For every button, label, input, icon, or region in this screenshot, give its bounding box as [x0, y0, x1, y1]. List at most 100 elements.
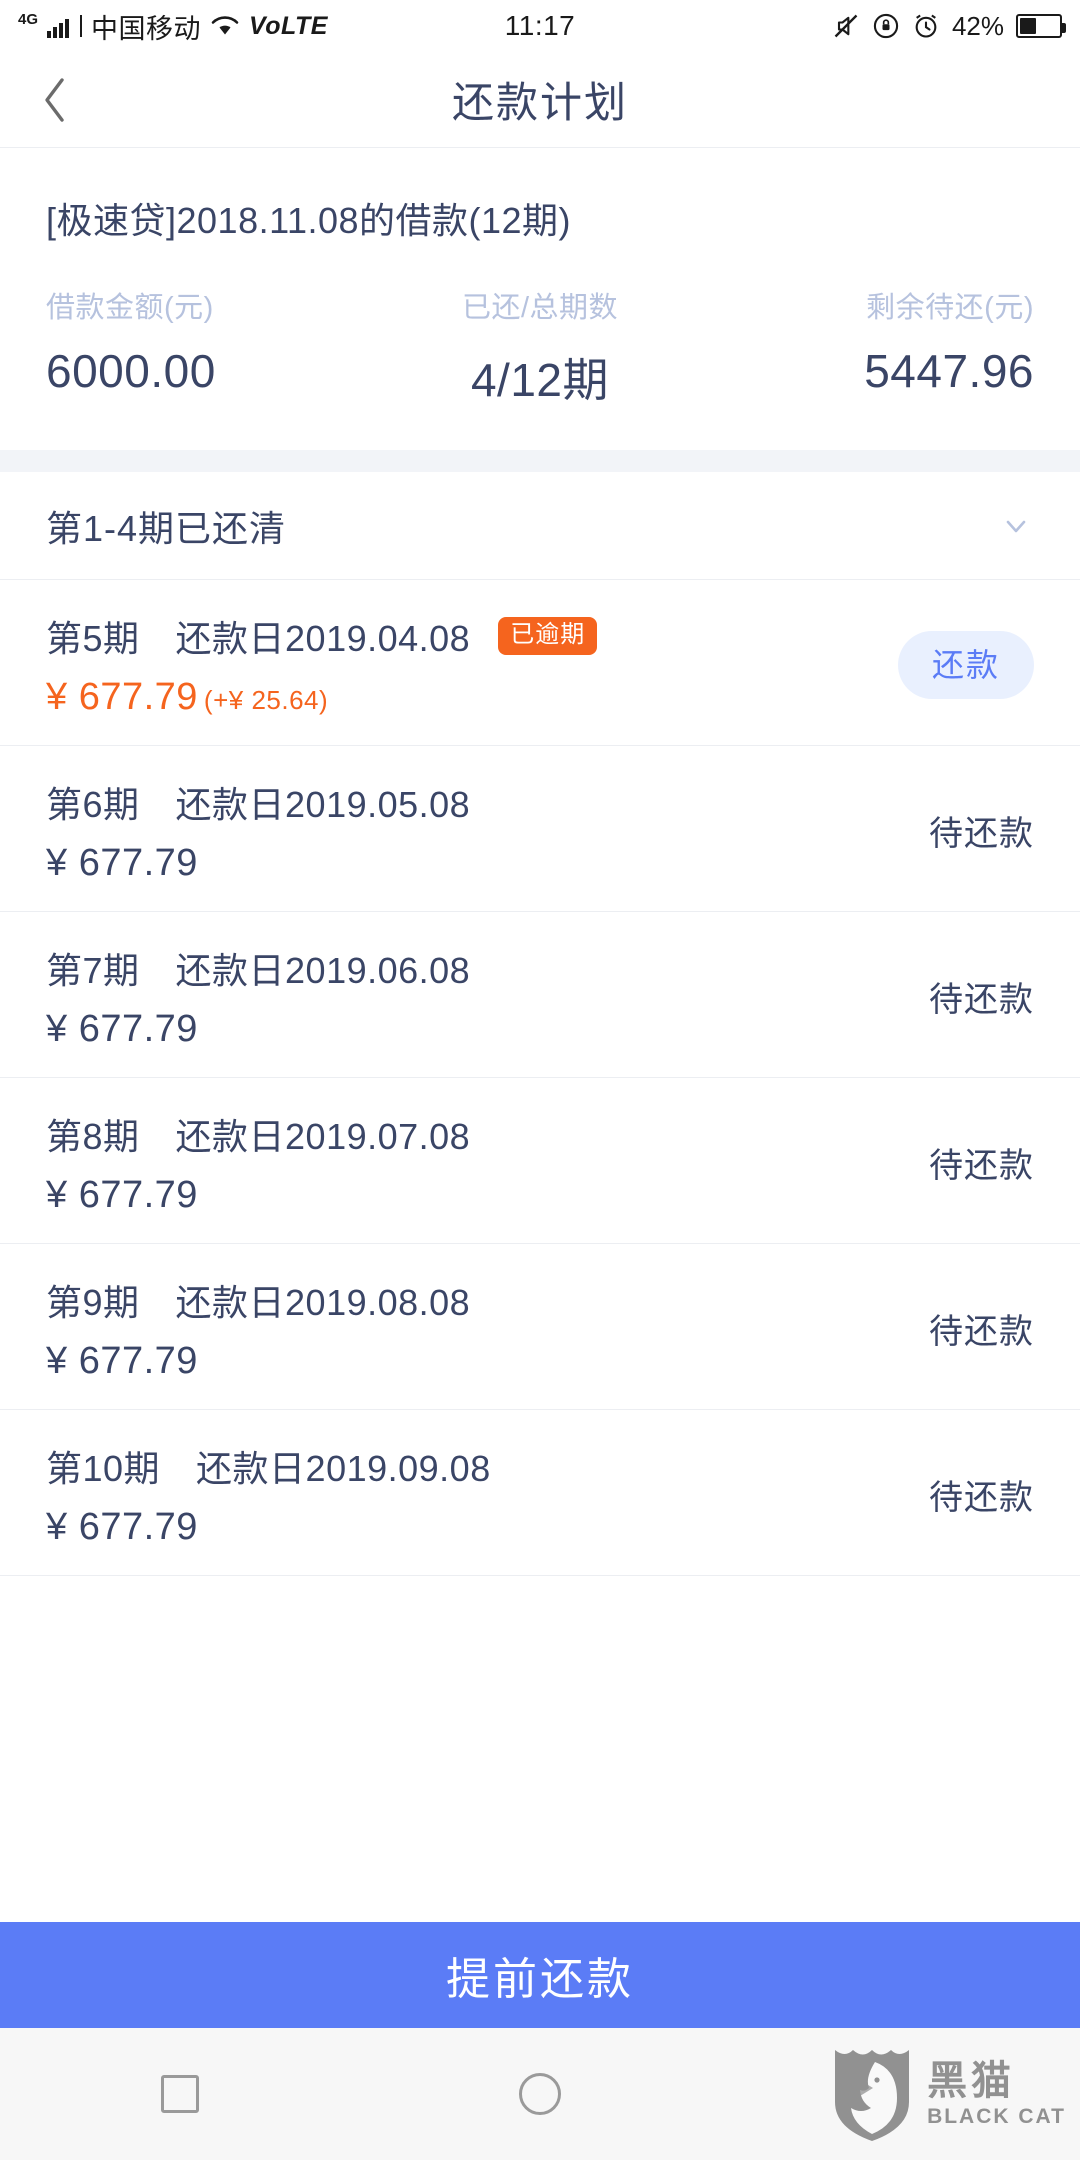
loan-title: [极速贷]2018.11.08的借款(12期): [46, 200, 572, 241]
installment-action-area: 待还款: [804, 806, 1034, 855]
installment-action-area: 待还款: [804, 1304, 1034, 1353]
installment-period-label: 第7期: [46, 950, 140, 991]
installment-amount-label: ¥ 677.79: [46, 1008, 198, 1050]
installment-amount-label: ¥ 677.79: [46, 1506, 198, 1548]
repay-button[interactable]: 还款: [897, 630, 1034, 699]
section-divider-band: [0, 450, 1080, 472]
installment-info: 第7期 还款日2019.06.08 ¥ 677.79: [46, 942, 804, 1051]
installment-status-label: 待还款: [929, 1147, 1034, 1185]
carrier-label: 中国移动: [91, 13, 202, 44]
installment-action-area: 待还款: [804, 1138, 1034, 1187]
rotation-lock-icon: [872, 12, 900, 40]
prepay-button[interactable]: 提前还款: [0, 1922, 1080, 2028]
status-bar-right: 42%: [832, 10, 1066, 42]
installment-info: 第5期 还款日2019.04.08 已逾期 ¥ 677.79 (+¥ 25.64): [46, 610, 804, 719]
battery-percent-label: 42%: [951, 10, 1004, 41]
signal-divider-icon: [80, 15, 83, 37]
installment-row[interactable]: 第10期 还款日2019.09.08 ¥ 677.79 待还款: [0, 1410, 1080, 1576]
mute-icon: [832, 12, 860, 40]
installment-info: 第9期 还款日2019.08.08 ¥ 677.79: [46, 1274, 804, 1383]
signal-bars-icon: [47, 14, 70, 38]
status-bar: 4G 中国移动 VoLTE 11:17 42%: [0, 0, 1080, 52]
summary-stat-label: 剩余待还(元): [866, 292, 1034, 324]
summary-stat-periods: 已还/总期数 4/12期: [375, 284, 704, 410]
installment-amount: ¥ 677.79: [46, 1174, 804, 1217]
installment-header: 第7期 还款日2019.06.08: [46, 942, 804, 994]
chevron-down-icon[interactable]: [998, 508, 1034, 544]
installment-amount-label: ¥ 677.79: [46, 1174, 198, 1216]
summary-stat-value: 6000.00: [46, 345, 216, 397]
system-navigation-bar: 黑猫 BLACK CAT: [0, 2028, 1080, 2160]
installment-row[interactable]: 第5期 还款日2019.04.08 已逾期 ¥ 677.79 (+¥ 25.64) 还款: [0, 580, 1080, 746]
page-title: 还款计划: [451, 79, 628, 126]
installment-period-label: 第8期: [46, 1116, 140, 1157]
installment-action-area: 还款: [804, 630, 1034, 699]
watermark-cn-label: 黑猫: [927, 2059, 1016, 2103]
installment-amount: ¥ 677.79: [46, 1340, 804, 1383]
installment-status-label: 待还款: [929, 1479, 1034, 1517]
installment-period-label: 第5期: [46, 618, 140, 659]
recents-button[interactable]: [0, 2075, 360, 2113]
installment-rows: 第5期 还款日2019.04.08 已逾期 ¥ 677.79 (+¥ 25.64) 还款第…: [0, 580, 1080, 1576]
status-badge: 已逾期: [498, 617, 598, 655]
app-header: 还款计划: [0, 52, 1080, 148]
installment-action-area: 待还款: [804, 972, 1034, 1021]
installment-info: 第6期 还款日2019.05.08 ¥ 677.79: [46, 776, 804, 885]
repayment-schedule-list: 第1-4期已还清 第5期 还款日2019.04.08 已逾期 ¥ 677.79 (+¥ …: [0, 472, 1080, 1922]
installment-header: 第6期 还款日2019.05.08: [46, 776, 804, 828]
installment-period-label: 第9期: [46, 1282, 140, 1323]
installment-amount-label: ¥ 677.79: [46, 676, 198, 718]
installment-due-date-label: 还款日2019.05.08: [175, 784, 471, 825]
installment-amount: ¥ 677.79: [46, 1506, 804, 1549]
circle-icon: [519, 2073, 561, 2115]
battery-icon: [1016, 14, 1066, 38]
paid-periods-label: 第1-4期已还清: [46, 507, 287, 549]
installment-row[interactable]: 第8期 还款日2019.07.08 ¥ 677.79 待还款: [0, 1078, 1080, 1244]
installment-row[interactable]: 第6期 还款日2019.05.08 ¥ 677.79 待还款: [0, 746, 1080, 912]
installment-header: 第10期 还款日2019.09.08: [46, 1440, 804, 1492]
summary-stat-value: 4/12期: [470, 354, 609, 406]
summary-stat-remaining: 剩余待还(元) 5447.96: [705, 284, 1034, 410]
installment-due-date-label: 还款日2019.07.08: [175, 1116, 471, 1157]
installment-amount-label: ¥ 677.79: [46, 842, 198, 884]
installment-period-label: 第10期: [46, 1448, 161, 1489]
installment-status-label: 待还款: [929, 815, 1034, 853]
volte-label: VoLTE: [249, 11, 328, 40]
installment-row[interactable]: 第9期 还款日2019.08.08 ¥ 677.79 待还款: [0, 1244, 1080, 1410]
installment-status-label: 待还款: [929, 981, 1034, 1019]
app-screen: 4G 中国移动 VoLTE 11:17 42% 还款计划 [极速贷]2018.1…: [0, 0, 1080, 2160]
network-type-label: 4G: [18, 10, 39, 28]
installment-amount: ¥ 677.79: [46, 842, 804, 885]
summary-stats: 借款金额(元) 6000.00 已还/总期数 4/12期 剩余待还(元) 544…: [46, 284, 1034, 410]
installment-amount-label: ¥ 677.79: [46, 1340, 198, 1382]
installment-due-date-label: 还款日2019.08.08: [175, 1282, 471, 1323]
square-icon: [161, 2075, 199, 2113]
installment-header: 第9期 还款日2019.08.08: [46, 1274, 804, 1326]
watermark-en-label: BLACK CAT: [927, 2105, 1066, 2128]
installment-due-date-label: 还款日2019.06.08: [175, 950, 471, 991]
installment-amount: ¥ 677.79 (+¥ 25.64): [46, 676, 804, 719]
installment-period-label: 第6期: [46, 784, 140, 825]
black-cat-shield-icon: [835, 2050, 910, 2141]
installment-action-area: 待还款: [804, 1470, 1034, 1519]
wifi-icon: [210, 14, 240, 38]
installment-amount: ¥ 677.79: [46, 1008, 804, 1051]
installment-row[interactable]: 第7期 还款日2019.06.08 ¥ 677.79 待还款: [0, 912, 1080, 1078]
watermark-text: 黑猫 BLACK CAT: [927, 2061, 1066, 2127]
paid-periods-toggle[interactable]: 第1-4期已还清: [0, 472, 1080, 580]
installment-header: 第8期 还款日2019.07.08: [46, 1108, 804, 1160]
installment-info: 第10期 还款日2019.09.08 ¥ 677.79: [46, 1440, 804, 1549]
installment-info: 第8期 还款日2019.07.08 ¥ 677.79: [46, 1108, 804, 1217]
installment-due-date-label: 还款日2019.04.08: [175, 618, 471, 659]
installment-status-label: 待还款: [929, 1313, 1034, 1351]
installment-header: 第5期 还款日2019.04.08 已逾期: [46, 610, 804, 662]
alarm-icon: [912, 12, 940, 40]
summary-stat-label: 已还/总期数: [461, 292, 619, 324]
loan-summary-card: [极速贷]2018.11.08的借款(12期) 借款金额(元) 6000.00 …: [0, 148, 1080, 450]
summary-stat-value: 5447.96: [864, 345, 1034, 397]
home-button[interactable]: [360, 2073, 720, 2115]
installment-due-date-label: 还款日2019.09.08: [196, 1448, 491, 1489]
status-bar-left: 4G 中国移动 VoLTE: [18, 7, 328, 46]
summary-stat-label: 借款金额(元): [46, 292, 214, 324]
watermark: 黑猫 BLACK CAT: [831, 2044, 1066, 2144]
